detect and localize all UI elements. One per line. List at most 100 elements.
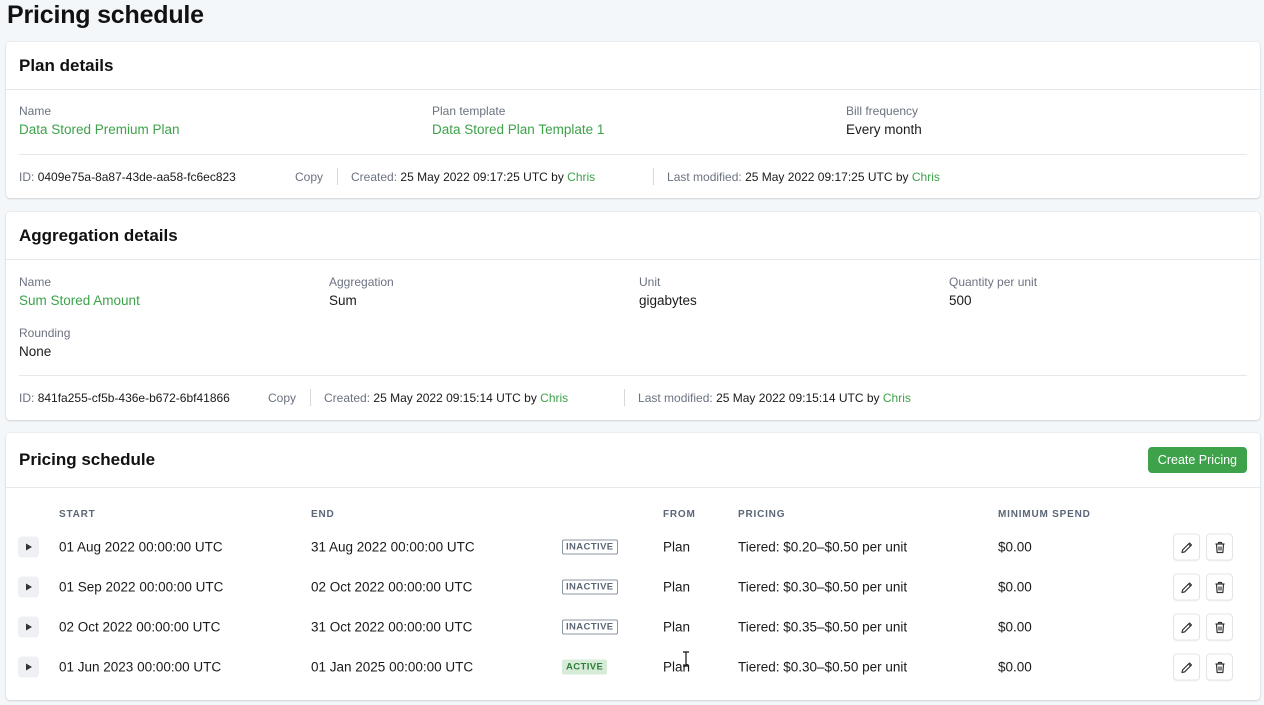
bill-frequency-field: Bill frequency Every month (846, 104, 922, 137)
pricing-schedule-header: Pricing schedule Create Pricing (6, 433, 1260, 488)
plan-id-value: 0409e75a-8a87-43de-aa58-fc6ec823 (37, 169, 236, 184)
start-cell: 01 Aug 2022 00:00:00 UTC (59, 539, 223, 555)
aggregation-modified-by-link[interactable]: Chris (883, 391, 911, 405)
column-header-end[interactable]: END (311, 509, 335, 520)
aggregation-details-title: Aggregation details (19, 225, 178, 245)
delete-button[interactable] (1206, 533, 1233, 561)
unit-value: gigabytes (639, 293, 697, 308)
aggregation-meta-row: ID: 841fa255-cf5b-436e-b672-6bf41866 Cop… (19, 375, 1247, 419)
plan-created: Created: 25 May 2022 09:17:25 UTC by Chr… (351, 170, 653, 184)
delete-button[interactable] (1206, 573, 1233, 601)
aggregation-modified: Last modified: 25 May 2022 09:15:14 UTC … (638, 391, 911, 405)
plan-modified-value: 25 May 2022 09:17:25 UTC by (745, 169, 909, 184)
pricing-cell: Tiered: $0.30–$0.50 per unit (738, 659, 908, 675)
table-row: 01 Aug 2022 00:00:00 UTC 31 Aug 2022 00:… (6, 527, 1260, 567)
column-header-pricing[interactable]: PRICING (738, 509, 785, 520)
from-cell: Plan (663, 539, 691, 555)
status-badge: INACTIVE (562, 619, 618, 635)
plan-name-label: Name (19, 104, 52, 118)
plan-created-value: 25 May 2022 09:17:25 UTC by (400, 169, 564, 184)
table-row: 01 Jun 2023 00:00:00 UTC 01 Jan 2025 00:… (6, 647, 1260, 687)
aggregation-type-value: Sum (329, 293, 357, 308)
plan-meta-row: ID: 0409e75a-8a87-43de-aa58-fc6ec823 Cop… (19, 154, 1247, 198)
expand-row-button[interactable] (18, 616, 39, 638)
start-cell: 01 Sep 2022 00:00:00 UTC (59, 579, 224, 595)
column-header-from[interactable]: FROM (663, 509, 696, 520)
aggregation-id-copy-button[interactable]: Copy (268, 391, 310, 405)
expand-row-button[interactable] (18, 656, 39, 678)
create-pricing-button[interactable]: Create Pricing (1147, 447, 1247, 473)
aggregation-modified-value: 25 May 2022 09:15:14 UTC by (716, 390, 880, 405)
end-cell: 01 Jan 2025 00:00:00 UTC (311, 659, 474, 675)
divider (624, 389, 626, 406)
pencil-icon (1180, 621, 1192, 633)
pricing-cell: Tiered: $0.35–$0.50 per unit (738, 619, 908, 635)
rounding-label: Rounding (19, 326, 71, 340)
plan-created-by-link[interactable]: Chris (567, 170, 595, 184)
plan-template-label: Plan template (432, 104, 506, 118)
status-badge: INACTIVE (562, 539, 618, 555)
column-header-start[interactable]: START (59, 509, 96, 520)
delete-button[interactable] (1206, 653, 1233, 681)
quantity-per-unit-field: Quantity per unit 500 (949, 275, 1037, 308)
start-cell: 01 Jun 2023 00:00:00 UTC (59, 659, 222, 675)
trash-icon (1215, 621, 1224, 633)
aggregation-created-by-link[interactable]: Chris (540, 391, 568, 405)
minimum-spend-cell: $0.00 (998, 539, 1032, 555)
edit-button[interactable] (1173, 573, 1200, 601)
aggregation-name-label: Name (19, 275, 52, 289)
divider (337, 168, 339, 185)
pricing-cell: Tiered: $0.20–$0.50 per unit (738, 539, 908, 555)
plan-details-header: Plan details (6, 42, 1260, 90)
status-badge: ACTIVE (562, 659, 608, 675)
trash-icon (1215, 581, 1224, 593)
edit-button[interactable] (1173, 613, 1200, 641)
unit-field: Unit gigabytes (639, 275, 697, 308)
divider (310, 389, 312, 406)
plan-id: ID: 0409e75a-8a87-43de-aa58-fc6ec823 (19, 170, 295, 184)
aggregation-id-value: 841fa255-cf5b-436e-b672-6bf41866 (37, 390, 230, 405)
expand-row-button[interactable] (18, 576, 39, 598)
pencil-icon (1180, 661, 1192, 673)
plan-modified-by-link[interactable]: Chris (912, 170, 940, 184)
status-badge: INACTIVE (562, 579, 618, 595)
delete-button[interactable] (1206, 613, 1233, 641)
minimum-spend-cell: $0.00 (998, 659, 1032, 675)
pricing-schedule-card: Pricing schedule Create Pricing START EN… (6, 433, 1260, 700)
aggregation-modified-label: Last modified: (638, 390, 713, 405)
aggregation-id-label: ID: (19, 390, 35, 405)
end-cell: 02 Oct 2022 00:00:00 UTC (311, 579, 473, 595)
edit-button[interactable] (1173, 533, 1200, 561)
plan-template-link[interactable]: Data Stored Plan Template 1 (432, 122, 604, 137)
plan-modified-label: Last modified: (667, 169, 742, 184)
plan-name-link[interactable]: Data Stored Premium Plan (19, 122, 180, 137)
edit-button[interactable] (1173, 653, 1200, 681)
pencil-icon (1180, 541, 1192, 553)
start-cell: 02 Oct 2022 00:00:00 UTC (59, 619, 221, 635)
chevron-right-icon (25, 583, 32, 591)
page-title: Pricing schedule (7, 1, 204, 29)
pricing-cell: Tiered: $0.30–$0.50 per unit (738, 579, 908, 595)
aggregation-id: ID: 841fa255-cf5b-436e-b672-6bf41866 (19, 391, 268, 405)
plan-name-field: Name Data Stored Premium Plan (19, 104, 180, 137)
aggregation-details-header: Aggregation details (6, 212, 1260, 260)
quantity-per-unit-label: Quantity per unit (949, 275, 1038, 289)
column-header-minimum-spend[interactable]: MINIMUM SPEND (998, 509, 1091, 520)
pencil-icon (1180, 581, 1192, 593)
plan-id-copy-button[interactable]: Copy (295, 170, 337, 184)
pricing-schedule-title: Pricing schedule (19, 450, 156, 469)
aggregation-name-field: Name Sum Stored Amount (19, 275, 140, 308)
quantity-per-unit-value: 500 (949, 293, 972, 308)
text-cursor-icon (683, 651, 689, 667)
table-row: 02 Oct 2022 00:00:00 UTC 31 Oct 2022 00:… (6, 607, 1260, 647)
chevron-right-icon (25, 663, 32, 671)
aggregation-name-link[interactable]: Sum Stored Amount (19, 293, 140, 308)
end-cell: 31 Aug 2022 00:00:00 UTC (311, 539, 475, 555)
rounding-value: None (19, 344, 52, 359)
from-cell: Plan (663, 579, 691, 595)
aggregation-details-card: Aggregation details Name Sum Stored Amou… (6, 212, 1260, 420)
expand-row-button[interactable] (18, 536, 39, 558)
bill-frequency-label: Bill frequency (846, 104, 919, 118)
minimum-spend-cell: $0.00 (998, 619, 1032, 635)
plan-details-title: Plan details (19, 55, 114, 75)
